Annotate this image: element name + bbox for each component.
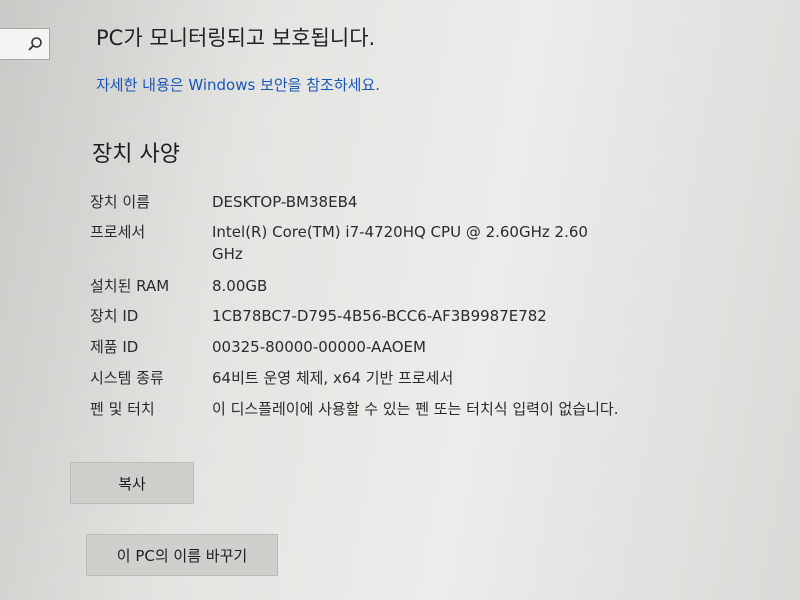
windows-security-link[interactable]: 자세한 내용은 Windows 보안을 참조하세요.	[96, 74, 380, 95]
copy-button[interactable]: 복사	[70, 462, 194, 504]
spec-label: 시스템 종류	[90, 369, 164, 387]
spec-value: DESKTOP-BM38EB4	[212, 193, 358, 211]
spec-value: 64비트 운영 체제, x64 기반 프로세서	[212, 369, 454, 387]
settings-search-input[interactable]	[0, 28, 50, 60]
spec-value: Intel(R) Core(TM) i7-4720HQ CPU @ 2.60GH…	[212, 223, 588, 263]
spec-label: 프로세서	[90, 223, 146, 241]
spec-value: 00325-80000-00000-AAOEM	[212, 338, 426, 356]
search-icon	[28, 37, 42, 51]
spec-label: 장치 ID	[90, 307, 139, 325]
spec-label: 설치된 RAM	[90, 277, 170, 295]
spec-label: 제품 ID	[90, 338, 139, 356]
spec-value: 1CB78BC7-D795-4B56-BCC6-AF3B9987E782	[212, 307, 547, 325]
protection-status-title: PC가 모니터링되고 보호됩니다.	[96, 26, 376, 50]
spec-label: 펜 및 터치	[90, 400, 155, 418]
spec-value: 이 디스플레이에 사용할 수 있는 펜 또는 터치식 입력이 없습니다.	[212, 400, 619, 418]
spec-value: 8.00GB	[212, 277, 268, 295]
rename-pc-button[interactable]: 이 PC의 이름 바꾸기	[86, 534, 278, 576]
spec-label: 장치 이름	[90, 193, 150, 211]
device-specs-heading: 장치 사양	[92, 142, 180, 167]
